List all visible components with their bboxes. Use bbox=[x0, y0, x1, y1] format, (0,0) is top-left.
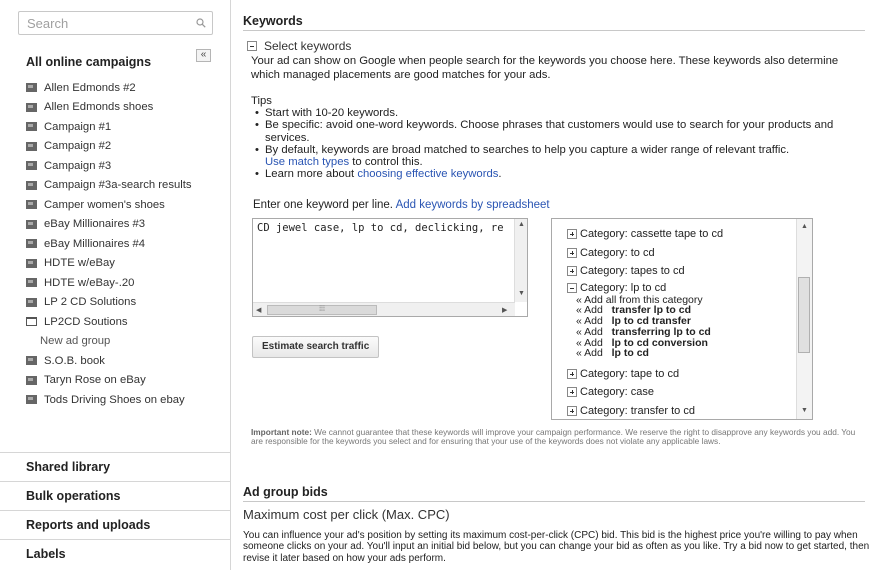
scroll-down-arrow-icon[interactable]: ▼ bbox=[801, 407, 808, 414]
category-item[interactable]: Category: tape to cd bbox=[567, 364, 792, 383]
campaign-item[interactable]: HDTE w/eBay-.20 bbox=[26, 273, 192, 293]
category-item[interactable]: Category: cassette tape to cd bbox=[567, 225, 792, 244]
expand-icon bbox=[567, 266, 577, 277]
max-cpc-description: You can influence your ad's position by … bbox=[243, 530, 870, 564]
campaign-item[interactable]: Tods Driving Shoes on ebay bbox=[26, 390, 192, 410]
category-item[interactable]: Category: tapes to cd bbox=[567, 262, 792, 281]
categories-scroll-thumb[interactable] bbox=[798, 277, 810, 353]
scroll-left-arrow-icon[interactable]: ◀ bbox=[256, 306, 261, 314]
category-item[interactable]: Category: case bbox=[567, 383, 792, 402]
sidebar: All online campaigns « Allen Edmonds #2 … bbox=[0, 0, 231, 570]
campaign-item[interactable]: Allen Edmonds #2 bbox=[26, 78, 192, 98]
scroll-down-arrow-icon[interactable]: ▼ bbox=[518, 290, 525, 297]
campaign-icon bbox=[26, 258, 37, 268]
add-keyword-item[interactable]: « Add lp to cd bbox=[567, 348, 792, 359]
campaign-item[interactable]: S.O.B. book bbox=[26, 351, 192, 371]
campaign-icon bbox=[26, 200, 37, 210]
scroll-up-arrow-icon[interactable]: ▲ bbox=[801, 223, 808, 230]
campaign-item-expanded[interactable]: LP2CD Soutions bbox=[26, 312, 192, 332]
textarea-horizontal-scrollbar[interactable]: ◀ ⁞⁞⁞ ▶ bbox=[253, 302, 515, 316]
ad-group-item[interactable]: New ad group bbox=[26, 332, 192, 352]
expand-icon bbox=[567, 247, 577, 258]
match-types-link[interactable]: Use match types bbox=[265, 156, 349, 168]
category-item[interactable]: Category: to cd bbox=[567, 244, 792, 263]
tip-item: By default, keywords are broad matched t… bbox=[255, 144, 855, 169]
campaign-item[interactable]: Camper women's shoes bbox=[26, 195, 192, 215]
campaign-item[interactable]: Allen Edmonds shoes bbox=[26, 98, 192, 118]
keywords-heading: Keywords bbox=[243, 14, 865, 31]
expand-icon bbox=[567, 387, 577, 398]
campaign-icon bbox=[26, 239, 37, 249]
add-by-spreadsheet-link[interactable]: Add keywords by spreadsheet bbox=[396, 199, 550, 211]
campaign-item[interactable]: Campaign #3a-search results bbox=[26, 176, 192, 196]
campaign-icon bbox=[26, 375, 37, 385]
reports-uploads-link[interactable]: Reports and uploads bbox=[0, 510, 230, 539]
labels-link[interactable]: Labels bbox=[0, 539, 230, 568]
select-keywords-toggle[interactable]: Select keywords bbox=[247, 39, 351, 53]
max-cpc-title: Maximum cost per click (Max. CPC) bbox=[243, 507, 450, 522]
tip-item: Start with 10-20 keywords. bbox=[255, 107, 855, 120]
keyword-categories-box: Category: cassette tape to cd Category: … bbox=[551, 218, 813, 420]
search-input[interactable] bbox=[19, 12, 189, 34]
campaign-list: Allen Edmonds #2 Allen Edmonds shoes Cam… bbox=[26, 78, 192, 410]
collapse-icon bbox=[247, 41, 257, 51]
search-box[interactable] bbox=[18, 11, 213, 35]
all-online-campaigns-link[interactable]: All online campaigns bbox=[26, 55, 151, 69]
ad-group-bids-heading: Ad group bids bbox=[243, 485, 865, 502]
campaign-icon bbox=[26, 219, 37, 229]
horizontal-scroll-thumb[interactable]: ⁞⁞⁞ bbox=[267, 305, 377, 315]
expand-icon bbox=[567, 368, 577, 379]
campaign-icon bbox=[26, 102, 37, 112]
campaign-icon bbox=[26, 395, 37, 405]
campaign-icon bbox=[26, 278, 37, 288]
campaign-item[interactable]: eBay Millionaires #3 bbox=[26, 215, 192, 235]
choosing-keywords-link[interactable]: choosing effective keywords bbox=[357, 168, 498, 180]
enter-keywords-instruction: Enter one keyword per line. Add keywords… bbox=[253, 199, 550, 211]
campaign-icon bbox=[26, 161, 37, 171]
campaign-item[interactable]: Taryn Rose on eBay bbox=[26, 371, 192, 391]
campaign-item[interactable]: eBay Millionaires #4 bbox=[26, 234, 192, 254]
campaign-icon bbox=[26, 122, 37, 132]
main-content: Keywords Select keywords Your ad can sho… bbox=[232, 0, 882, 570]
important-note: Important note: We cannot guarantee that… bbox=[251, 427, 856, 447]
expand-icon bbox=[567, 229, 577, 240]
category-item-expanded[interactable]: Category: lp to cd bbox=[567, 281, 792, 295]
textarea-vertical-scrollbar[interactable]: ▲ ▼ bbox=[514, 219, 527, 302]
search-icon[interactable] bbox=[196, 18, 206, 28]
tips-list: Start with 10-20 keywords. Be specific: … bbox=[255, 107, 855, 181]
category-list: Category: cassette tape to cd Category: … bbox=[567, 225, 792, 419]
campaign-item[interactable]: HDTE w/eBay bbox=[26, 254, 192, 274]
keywords-intro-text: Your ad can show on Google when people s… bbox=[251, 55, 839, 81]
scroll-up-arrow-icon[interactable]: ▲ bbox=[518, 221, 525, 228]
category-item[interactable]: Category: transfer to cd bbox=[567, 401, 792, 419]
shared-library-link[interactable]: Shared library bbox=[0, 452, 230, 481]
keywords-textarea-value[interactable]: CD jewel case, lp to cd, declicking, re bbox=[253, 219, 515, 302]
estimate-search-traffic-button[interactable]: Estimate search traffic bbox=[252, 336, 380, 358]
keywords-textarea[interactable]: CD jewel case, lp to cd, declicking, re … bbox=[252, 218, 528, 317]
campaign-icon bbox=[26, 297, 37, 307]
campaign-item[interactable]: LP 2 CD Solutions bbox=[26, 293, 192, 313]
expand-icon bbox=[567, 405, 577, 416]
campaign-icon bbox=[26, 180, 37, 190]
collapse-sidebar-button[interactable]: « bbox=[196, 49, 211, 62]
collapse-icon bbox=[567, 282, 577, 293]
categories-scrollbar[interactable]: ▲ ▼ bbox=[796, 219, 812, 419]
campaign-item[interactable]: Campaign #2 bbox=[26, 137, 192, 157]
campaign-icon bbox=[26, 141, 37, 151]
tip-item: Learn more about choosing effective keyw… bbox=[255, 168, 855, 181]
campaign-item[interactable]: Campaign #1 bbox=[26, 117, 192, 137]
campaign-icon bbox=[26, 356, 37, 366]
campaign-item[interactable]: Campaign #3 bbox=[26, 156, 192, 176]
tip-item: Be specific: avoid one-word keywords. Ch… bbox=[255, 119, 855, 144]
open-folder-icon bbox=[26, 317, 37, 327]
campaign-icon bbox=[26, 83, 37, 93]
bulk-operations-link[interactable]: Bulk operations bbox=[0, 481, 230, 510]
scroll-right-arrow-icon[interactable]: ▶ bbox=[502, 306, 507, 314]
tips-title: Tips bbox=[251, 95, 272, 107]
